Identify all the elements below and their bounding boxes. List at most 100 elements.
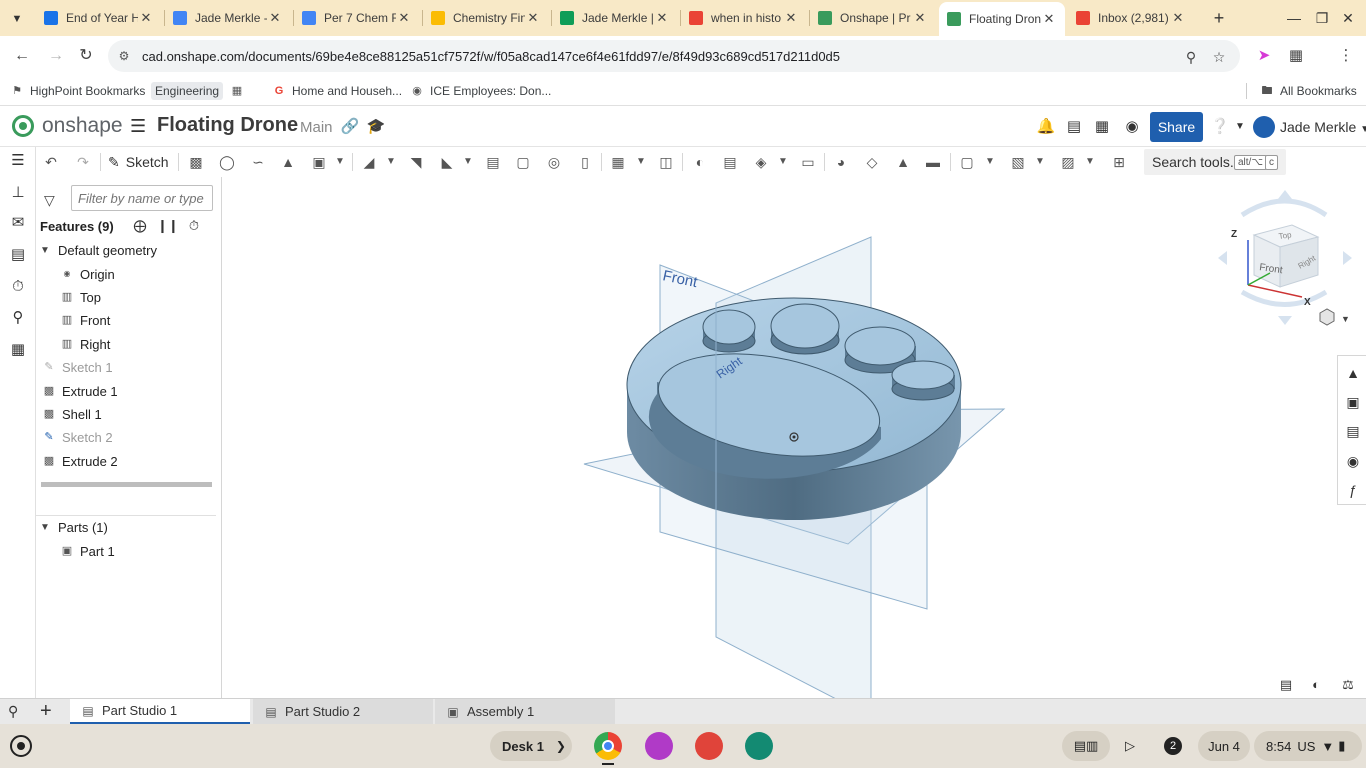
chrome-app-icon[interactable] xyxy=(594,732,622,760)
sheet-metal-icon[interactable]: ▧ xyxy=(1007,151,1029,173)
toe-pad-1[interactable] xyxy=(702,309,756,353)
tree-item-shell-1[interactable]: ▩ Shell 1 xyxy=(42,404,102,424)
view-cube-right-arrow-icon[interactable] xyxy=(1343,251,1352,265)
extrude-icon[interactable]: ▩ xyxy=(185,151,207,173)
document-list-icon[interactable]: ▤ xyxy=(1064,117,1084,137)
browser-tab[interactable]: Jade Merkle | ✕ xyxy=(552,4,678,32)
new-tab-button[interactable]: + xyxy=(1208,7,1230,29)
user-name[interactable]: Jade Merkle ▼ xyxy=(1280,119,1366,135)
site-info-icon[interactable]: ⚙ xyxy=(116,48,132,64)
thicken-icon[interactable]: ▣ xyxy=(308,151,330,173)
browser-tab[interactable]: Floating Dron ✕ xyxy=(939,2,1065,36)
browser-tab[interactable]: Jade Merkle - ✕ xyxy=(165,4,291,32)
add-tab-icon[interactable]: + xyxy=(40,700,52,723)
filter-funnel-icon[interactable]: ▽ xyxy=(44,192,55,209)
part-properties-icon[interactable]: ▣ xyxy=(1343,392,1363,412)
shell-icon[interactable]: ▢ xyxy=(512,151,534,173)
toe-pad-2[interactable] xyxy=(770,303,840,355)
app-store-icon[interactable]: ▦ xyxy=(1092,117,1112,137)
password-key-icon[interactable]: ⚲ xyxy=(1182,48,1200,66)
feature-list-icon[interactable]: ☰ xyxy=(8,151,28,171)
tree-item-sketch-1[interactable]: ✎ Sketch 1 xyxy=(42,357,112,377)
mirror-icon[interactable]: ◫ xyxy=(655,151,677,173)
toe-pad-4[interactable] xyxy=(891,360,955,401)
tree-item-part-1[interactable]: ▣ Part 1 xyxy=(60,541,115,561)
close-tab-icon[interactable]: ✕ xyxy=(138,10,154,26)
browser-tab[interactable]: Onshape | Pr ✕ xyxy=(810,4,936,32)
bookmark-engineering[interactable]: Engineering xyxy=(151,82,224,100)
apps-grid-icon[interactable]: ▦ xyxy=(230,82,250,100)
tree-item-extrude-1[interactable]: ▩ Extrude 1 xyxy=(42,381,118,401)
classroom-app-icon[interactable] xyxy=(645,732,673,760)
tree-item-top[interactable]: ▥ Top xyxy=(60,287,101,307)
document-title[interactable]: Floating Drone xyxy=(157,114,298,137)
chevron-down-icon[interactable]: ▼ xyxy=(386,152,396,172)
notifications-bell-icon[interactable]: 🔔 xyxy=(1036,117,1056,137)
feature-filter-input[interactable] xyxy=(71,185,213,211)
bookmark-ice[interactable]: ◉ ICE Employees: Don... xyxy=(410,82,551,100)
loft-icon[interactable]: ▲ xyxy=(277,151,299,173)
tree-item-sketch-2[interactable]: ✎ Sketch 2 xyxy=(42,427,112,447)
browser-tab[interactable]: End of Year H ✕ xyxy=(36,4,162,32)
split-icon[interactable]: ▤ xyxy=(719,151,741,173)
tab-search-chevron-icon[interactable]: ▼ xyxy=(6,8,28,30)
help-chevron-down-icon[interactable]: ▼ xyxy=(1230,117,1250,137)
holding-space-tray[interactable]: ▤▥ xyxy=(1062,731,1110,761)
close-tab-icon[interactable]: ✕ xyxy=(1041,11,1057,27)
pattern-icon[interactable]: ▦ xyxy=(607,151,629,173)
modify-fillet-icon[interactable]: ◕ xyxy=(830,151,852,173)
rib-icon[interactable]: ▤ xyxy=(482,151,504,173)
media-control-icon[interactable]: ▷ xyxy=(1120,736,1140,756)
delete-part-icon[interactable]: ▭ xyxy=(797,151,819,173)
url-text[interactable]: cad.onshape.com/documents/69be4e8ce88125… xyxy=(142,49,840,64)
close-tab-icon[interactable]: ✕ xyxy=(783,10,799,26)
share-button[interactable]: Share xyxy=(1150,112,1203,142)
view-cube[interactable]: Top Front Right Z X xyxy=(1218,190,1352,325)
tab-search-icon[interactable]: ⚲ xyxy=(8,703,18,720)
move-face-icon[interactable]: ▲ xyxy=(892,151,914,173)
view-cube-left-arrow-icon[interactable] xyxy=(1218,251,1227,265)
learning-center-icon[interactable]: 🎓 xyxy=(366,117,386,137)
browser-tab[interactable]: when in histo ✕ xyxy=(681,4,807,32)
undo-icon[interactable]: ↶ xyxy=(40,151,62,173)
render-studio-icon[interactable]: ◉ xyxy=(1122,117,1142,137)
hamburger-menu-icon[interactable]: ☰ xyxy=(130,116,146,137)
view-cube-down-arrow-icon[interactable] xyxy=(1278,316,1292,325)
back-icon[interactable]: ← xyxy=(10,44,34,68)
hole-icon[interactable]: ◎ xyxy=(543,151,565,173)
appearance-icon[interactable]: ▲ xyxy=(1343,363,1363,383)
browser-menu-icon[interactable]: ⋮ xyxy=(1336,46,1356,66)
forward-icon[interactable]: → xyxy=(44,44,68,68)
measure-tool-icon[interactable]: ⚖ xyxy=(1338,677,1358,693)
delete-face-icon[interactable]: ◇ xyxy=(861,151,883,173)
tree-item-extrude-2[interactable]: ▩ Extrude 2 xyxy=(42,451,118,471)
chevron-down-icon[interactable]: ▼ xyxy=(778,152,788,172)
close-tab-icon[interactable]: ✕ xyxy=(1170,10,1186,26)
replace-face-icon[interactable]: ▬ xyxy=(922,151,944,173)
tree-item-front[interactable]: ▥ Front xyxy=(60,310,111,330)
search-tools-input[interactable]: Search tools... alt/⌥ c xyxy=(1144,149,1286,175)
comments-icon[interactable]: ✉ xyxy=(8,213,28,233)
onshape-logo-icon[interactable] xyxy=(12,115,34,137)
all-bookmarks[interactable]: 🖿 All Bookmarks xyxy=(1260,82,1357,100)
desk-switcher[interactable]: Desk 1 ❯ xyxy=(490,731,572,761)
mass-properties-icon[interactable]: ▤ xyxy=(1343,421,1363,441)
browser-tab[interactable]: Chemistry Fin ✕ xyxy=(423,4,549,32)
browser-tab[interactable]: Inbox (2,981) ✕ xyxy=(1068,4,1194,32)
measure-icon[interactable]: ⚲ xyxy=(8,308,28,328)
bookmark-star-icon[interactable]: ☆ xyxy=(1210,48,1228,66)
chevron-down-icon[interactable]: ▼ xyxy=(1035,152,1045,172)
add-folder-icon[interactable]: ⨁ xyxy=(131,217,149,235)
minimize-window-button[interactable]: — xyxy=(1282,6,1306,30)
variables-table-icon[interactable]: ƒ xyxy=(1343,480,1363,500)
section-view-icon[interactable]: ▤ xyxy=(1276,677,1296,693)
system-tray[interactable]: 8:54 US ▼ ▮ xyxy=(1254,731,1362,761)
fillet-icon[interactable]: ◢ xyxy=(358,151,380,173)
chamfer-icon[interactable]: ◥ xyxy=(405,151,427,173)
parts-group[interactable]: ▼ Parts (1) xyxy=(40,517,108,537)
restore-window-button[interactable]: ❐ xyxy=(1310,6,1334,30)
redo-icon[interactable]: ↷ xyxy=(72,151,94,173)
tab-part-studio-1[interactable]: ▤ Part Studio 1 xyxy=(70,699,250,724)
tab-assembly-1[interactable]: ▣ Assembly 1 xyxy=(435,699,615,724)
transform-icon[interactable]: ◈ xyxy=(750,151,772,173)
